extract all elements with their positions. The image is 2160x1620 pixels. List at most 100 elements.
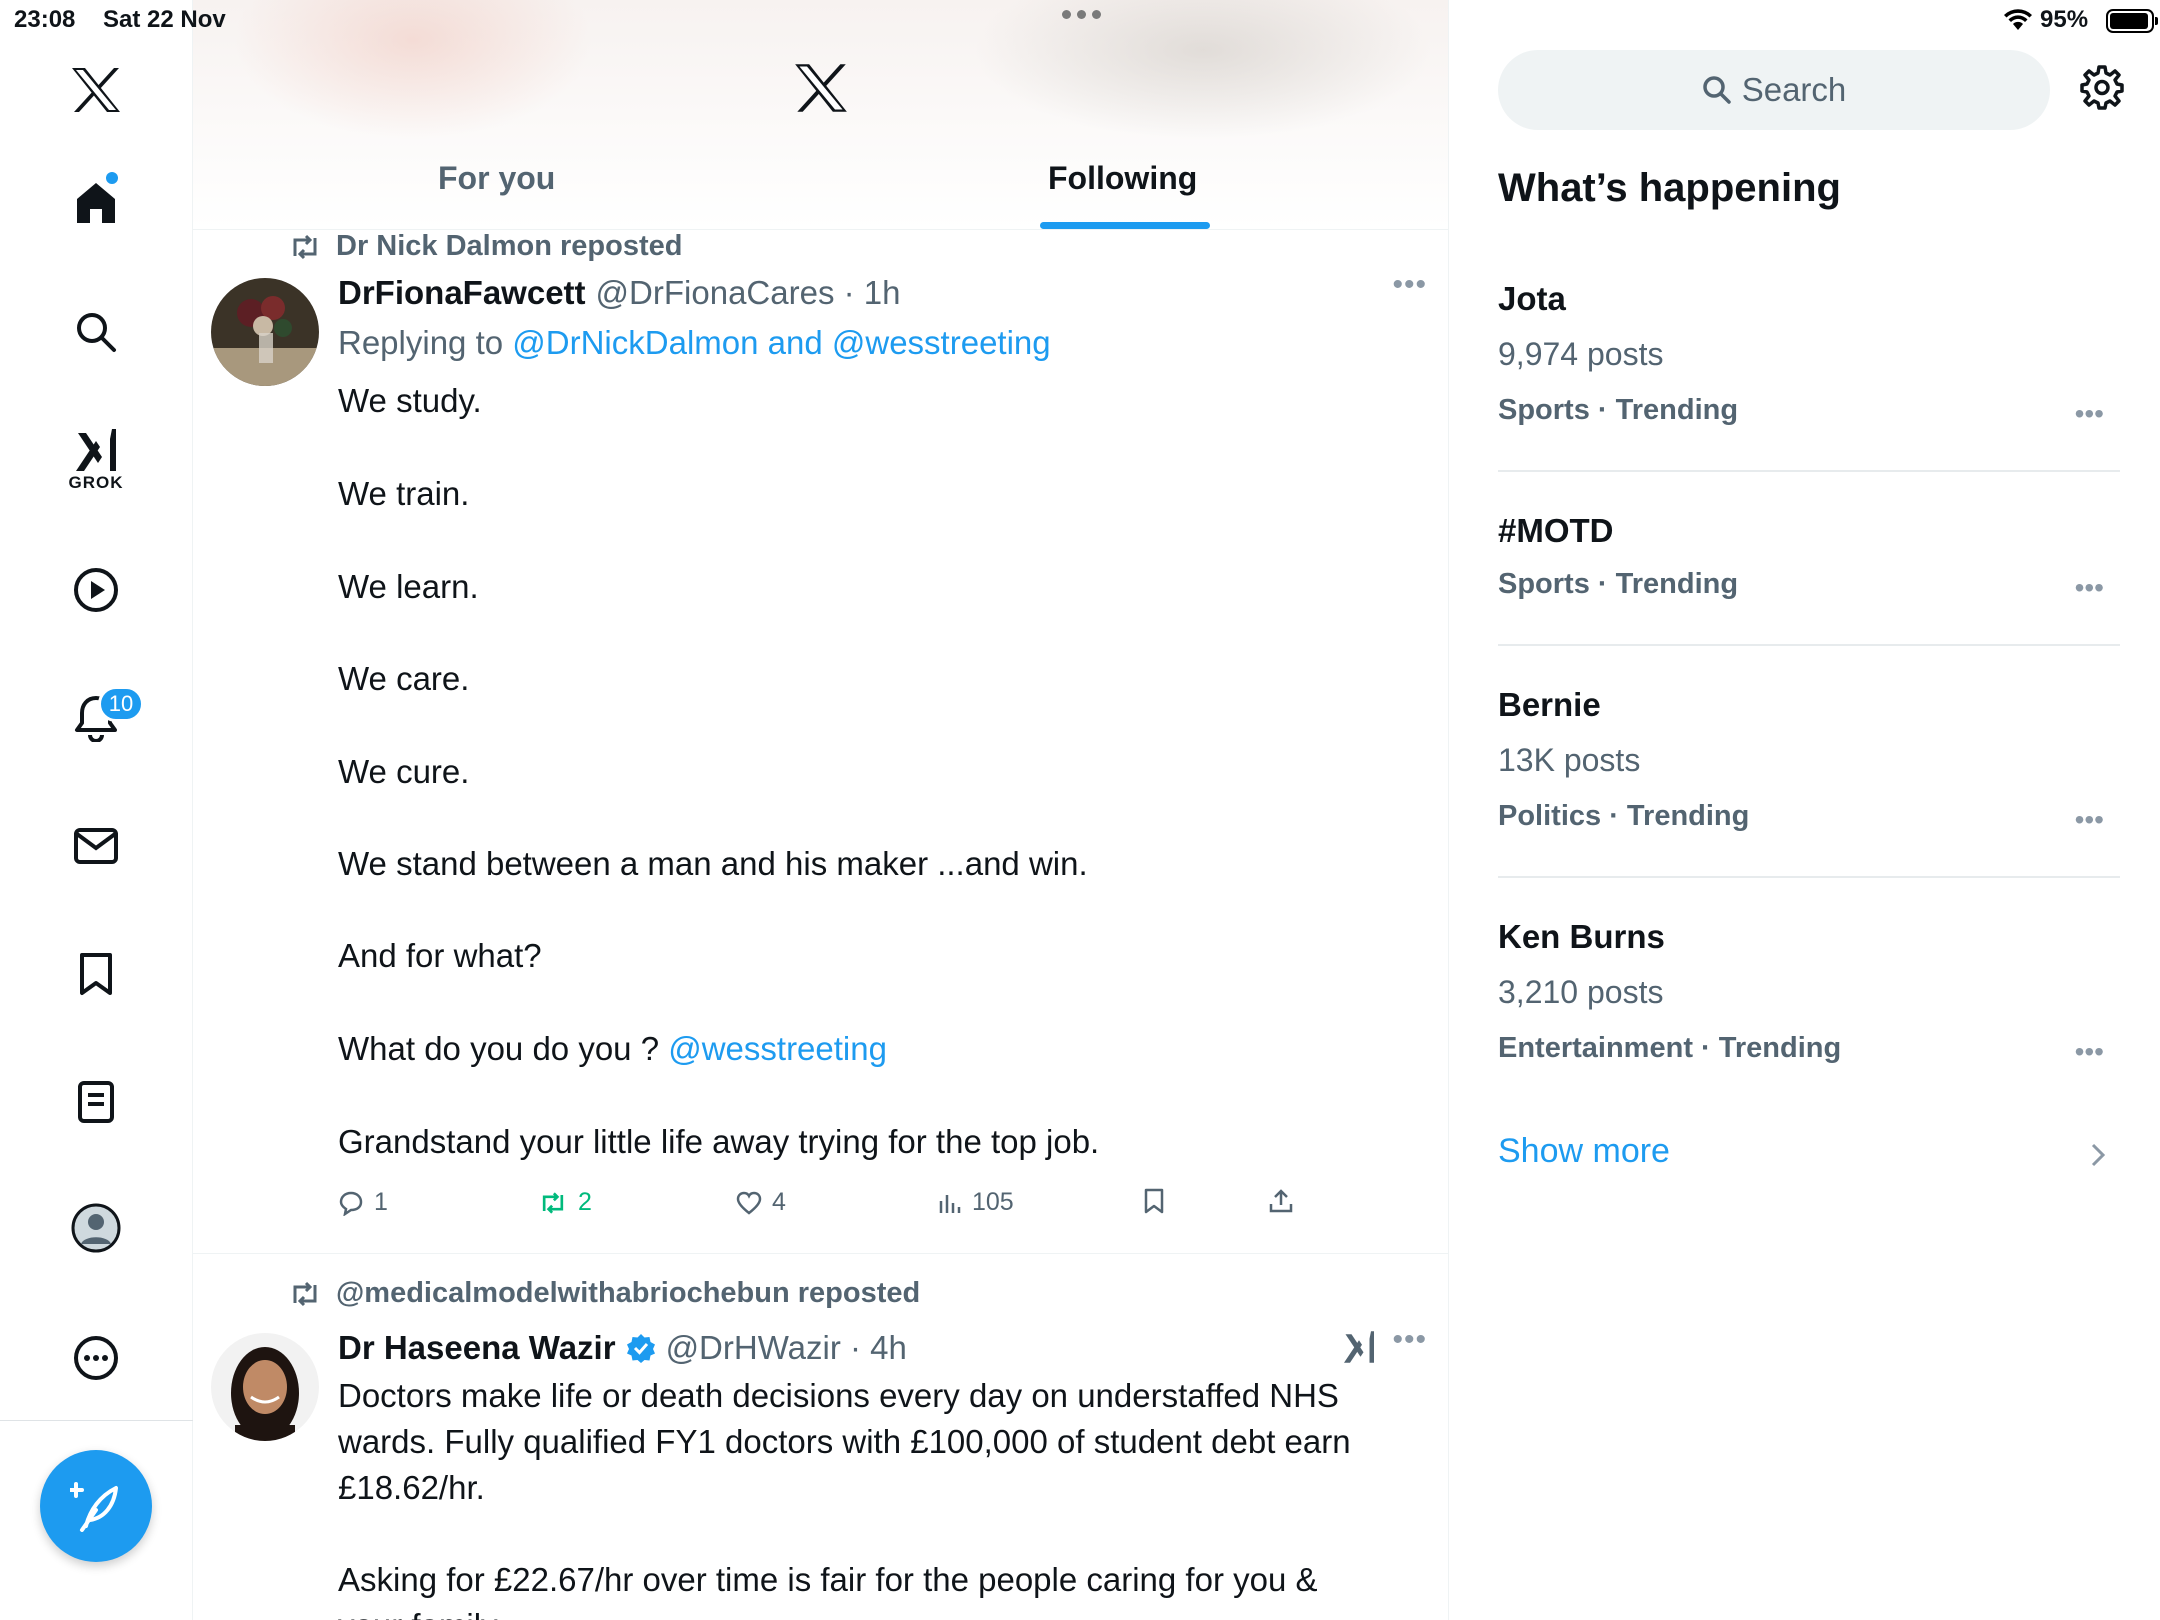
author-row: Dr Haseena Wazir @DrHWazir · 4h	[338, 1329, 907, 1367]
chevron-right-icon[interactable]	[2090, 1142, 2106, 1168]
trend-post-count: 9,974 posts	[1498, 336, 1664, 372]
post-actions: 1 2 4 105	[338, 1188, 1338, 1228]
grok-label: GROK	[68, 473, 124, 492]
left-navigation: GROK 10	[0, 0, 193, 1620]
verified-badge-icon	[626, 1334, 655, 1363]
trend-name: Jota	[1498, 280, 1566, 317]
reply-count: 1	[374, 1188, 388, 1216]
post-text-line: We stand between a man and his maker ...…	[338, 845, 1088, 882]
post-text-line: £18.62/hr.	[338, 1469, 485, 1506]
gear-icon[interactable]	[2079, 64, 2125, 110]
trend-post-count: 13K posts	[1498, 742, 1641, 778]
search-icon[interactable]	[56, 292, 136, 372]
post-more-icon[interactable]: •••	[1392, 1323, 1427, 1357]
trend-post-count: 3,210 posts	[1498, 974, 1664, 1010]
author-name[interactable]: DrFionaFawcett	[338, 274, 586, 312]
trend-category: Sports · Trending	[1498, 394, 1739, 426]
author-handle[interactable]: @DrHWazir · 4h	[666, 1329, 907, 1367]
replying-to-prefix: Replying to	[338, 324, 504, 361]
post[interactable]: @medicalmodelwithabriochebun reposted Dr…	[193, 1255, 1448, 1620]
trend-name: Ken Burns	[1498, 918, 1665, 955]
share-button[interactable]	[1268, 1188, 1294, 1214]
grok-icon[interactable]	[1341, 1329, 1377, 1365]
search-placeholder: Search	[1741, 71, 1847, 108]
bookmark-button[interactable]	[1143, 1188, 1165, 1214]
more-icon[interactable]	[56, 1318, 136, 1398]
replying-to: Replying to @DrNickDalmon and @wesstreet…	[338, 324, 1051, 362]
post-text-line: We care.	[338, 660, 470, 697]
reply-button[interactable]: 1	[338, 1188, 388, 1217]
repost-context: @medicalmodelwithabriochebun reposted	[288, 1277, 920, 1310]
avatar[interactable]	[211, 1333, 319, 1441]
multitasking-dots-icon[interactable]	[1062, 10, 1101, 19]
repost-icon	[542, 1191, 564, 1214]
video-icon[interactable]	[56, 550, 136, 630]
post-text-line: Doctors make life or death decisions eve…	[338, 1377, 1339, 1414]
author-name[interactable]: Dr Haseena Wazir	[338, 1329, 616, 1367]
trend-category: Sports · Trending	[1498, 568, 1739, 600]
bookmarks-icon[interactable]	[56, 934, 136, 1014]
messages-icon[interactable]	[56, 806, 136, 886]
active-tab-indicator	[1040, 222, 1210, 229]
status-time: 23:08	[14, 6, 76, 33]
trend-more-icon[interactable]: •••	[2075, 804, 2104, 836]
trend-name: Bernie	[1498, 686, 1601, 723]
mention-link[interactable]: @wesstreeting	[668, 1030, 887, 1067]
views-count: 105	[972, 1188, 1014, 1216]
right-sidebar: Search What’s happening Jota 9,974 posts…	[1449, 0, 2160, 1620]
lists-icon[interactable]	[56, 1062, 136, 1142]
trend-more-icon[interactable]: •••	[2075, 1036, 2104, 1068]
avatar[interactable]	[211, 278, 319, 386]
trend-more-icon[interactable]: •••	[2075, 572, 2104, 604]
search-input[interactable]: Search	[1498, 50, 2050, 130]
replying-to-mentions[interactable]: @DrNickDalmon and @wesstreeting	[512, 324, 1050, 361]
repost-label: @medicalmodelwithabriochebun reposted	[336, 1277, 921, 1309]
reply-icon	[339, 1191, 363, 1216]
timeline: For you Following Dr Nick Dalmon reposte…	[193, 0, 1449, 1620]
trend-category: Entertainment · Trending	[1498, 1032, 1842, 1064]
bookmark-icon	[1144, 1188, 1164, 1214]
repost-button[interactable]: 2	[538, 1188, 592, 1217]
post-text-line: We cure.	[338, 753, 470, 790]
like-count: 4	[772, 1188, 786, 1216]
profile-icon[interactable]	[56, 1188, 136, 1268]
post-text-line: And for what?	[338, 937, 542, 974]
post[interactable]: Dr Nick Dalmon reposted DrFionaFawcett @…	[193, 230, 1448, 1254]
trend-divider	[1498, 876, 2120, 878]
views-button[interactable]: 105	[938, 1188, 1014, 1217]
post-more-icon[interactable]: •••	[1392, 268, 1427, 302]
compose-post-button[interactable]	[40, 1450, 152, 1562]
tab-for-you[interactable]: For you	[438, 160, 555, 197]
trend-name: #MOTD	[1498, 512, 1614, 549]
home-unread-dot	[106, 172, 118, 184]
repost-context: Dr Nick Dalmon reposted	[288, 230, 682, 263]
home-icon[interactable]	[56, 162, 136, 242]
heart-icon	[736, 1191, 762, 1215]
repost-count: 2	[578, 1188, 592, 1216]
post-text: What do you do you ?	[338, 1030, 660, 1067]
post-text-line: Asking for £22.67/hr over time is fair f…	[338, 1561, 1318, 1598]
battery-percent: 95%	[2040, 6, 2089, 33]
post-text-line: Grandstand your little life away trying …	[338, 1123, 1100, 1160]
like-button[interactable]: 4	[736, 1188, 786, 1217]
author-row: DrFionaFawcett @DrFionaCares · 1h	[338, 274, 900, 312]
trend-divider	[1498, 470, 2120, 472]
tab-following[interactable]: Following	[1048, 160, 1197, 197]
repost-icon	[293, 1281, 317, 1306]
x-logo-icon[interactable]	[56, 50, 136, 130]
trend-divider	[1498, 644, 2120, 646]
post-text-line: We train.	[338, 475, 470, 512]
whats-happening-title: What’s happening	[1498, 166, 1841, 210]
compose-feather-icon	[70, 1482, 118, 1532]
status-date: Sat 22 Nov	[103, 6, 226, 33]
show-more-link[interactable]: Show more	[1498, 1132, 1670, 1171]
trend-category: Politics · Trending	[1498, 800, 1750, 832]
analytics-icon	[939, 1194, 961, 1213]
nav-divider	[0, 1420, 193, 1421]
post-text-line: your family.	[338, 1607, 504, 1620]
grok-icon[interactable]: GROK	[56, 420, 136, 500]
author-handle[interactable]: @DrFionaCares · 1h	[596, 274, 901, 312]
trend-more-icon[interactable]: •••	[2075, 398, 2104, 430]
post-text-line: We learn.	[338, 568, 479, 605]
x-logo-icon	[795, 64, 847, 112]
